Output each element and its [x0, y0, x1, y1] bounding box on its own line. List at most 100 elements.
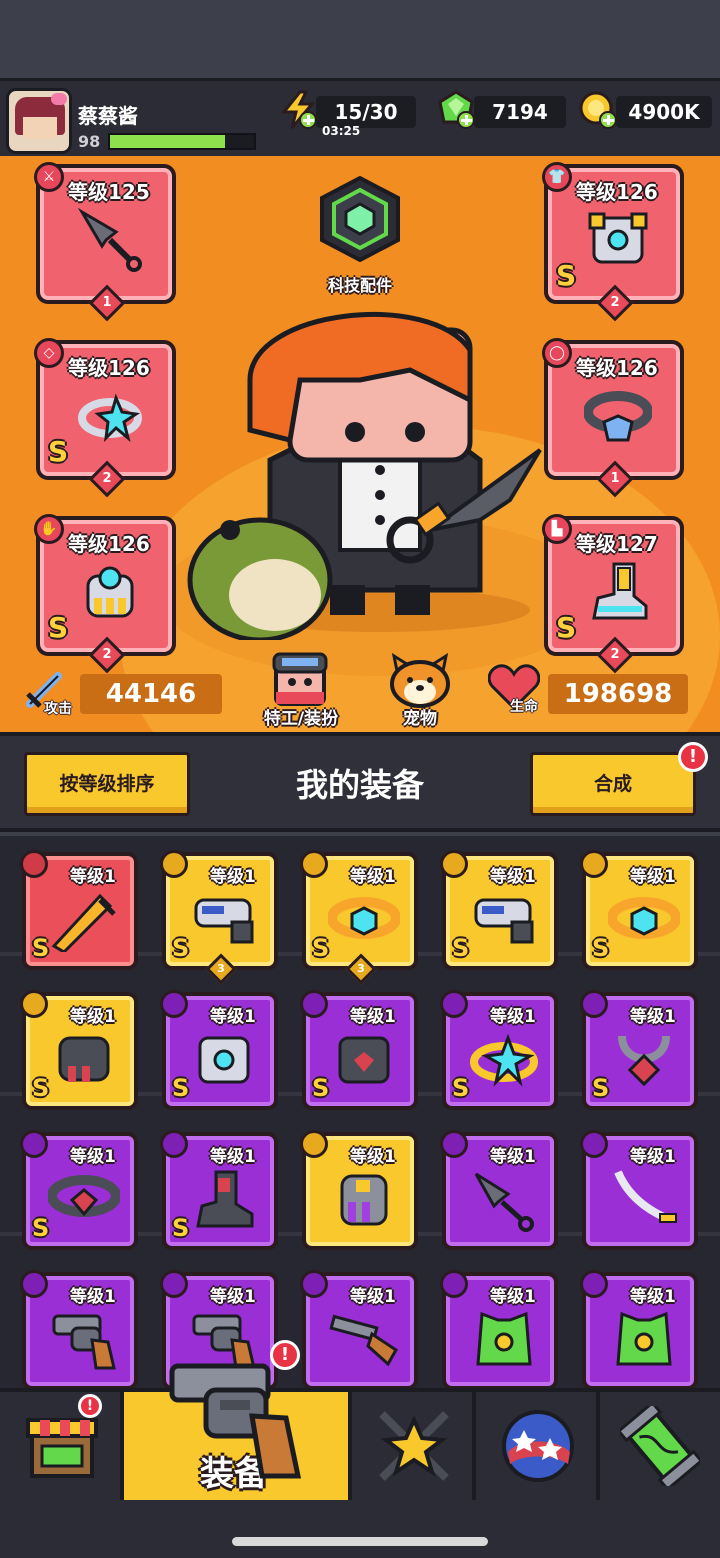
dark-belt-icon: [48, 1175, 120, 1217]
sort-by-level-button[interactable]: 按等级排序: [24, 752, 190, 816]
item-level: 等级1: [350, 1287, 396, 1307]
inventory-item[interactable]: 等级1: [300, 1270, 418, 1390]
inventory-item[interactable]: 等级1: [300, 1130, 418, 1250]
slot-boots[interactable]: ▙ 等级127 S 2: [542, 514, 684, 674]
vest-icon: [476, 1311, 532, 1366]
mech-boot-icon: [592, 562, 648, 620]
item-category-icon: [20, 990, 48, 1018]
slot-belt[interactable]: ◯ 等级126 1: [542, 338, 684, 498]
s-rank-mark: S: [48, 611, 69, 644]
s-rank-mark: S: [592, 1074, 610, 1102]
slot-weapon[interactable]: ⚔ 等级125 1: [34, 162, 176, 322]
tech-parts-button[interactable]: [318, 176, 402, 262]
boots-category-icon: ▙: [542, 514, 572, 544]
game-screen: 蔡蔡酱 98 15/30 03:25 7194 4900K 科技配件 ⚔ 等级1…: [0, 0, 720, 1558]
tab-planet[interactable]: [476, 1392, 600, 1500]
mech-armor-icon: [588, 212, 648, 264]
xp-bar: [108, 133, 256, 150]
player-level: 98: [78, 132, 101, 151]
inventory-item[interactable]: 等级1 S: [20, 1130, 138, 1250]
revolver-icon: [52, 1314, 116, 1370]
tab-talents[interactable]: [352, 1392, 476, 1500]
inventory-item[interactable]: 等级1 S: [20, 990, 138, 1110]
boots-icon: [196, 1170, 254, 1228]
item-level: 等级1: [490, 1147, 536, 1167]
vest-icon: [616, 1311, 672, 1366]
energy-lightning-icon[interactable]: [278, 90, 318, 130]
inventory-item[interactable]: 等级1: [20, 1270, 138, 1390]
energy-timer: 03:25: [322, 124, 361, 138]
slot-armor[interactable]: 👕 等级126 S 2: [542, 162, 684, 322]
glove-icon: [340, 1174, 388, 1226]
inventory-item[interactable]: 等级1: [580, 1270, 698, 1390]
inventory-item[interactable]: 等级1 S 3: [300, 850, 418, 985]
gem-icon[interactable]: [436, 90, 476, 130]
agent-outfit-label[interactable]: 特工/装扮: [246, 704, 356, 729]
inventory-item[interactable]: 等级1: [440, 1270, 558, 1390]
merge-button[interactable]: 合成: [530, 752, 696, 816]
inventory-item[interactable]: 等级1 S: [20, 850, 138, 970]
agent-portrait-icon[interactable]: [270, 652, 330, 708]
inventory-item[interactable]: 等级1 S: [580, 850, 698, 970]
item-category-icon: [160, 1270, 188, 1298]
weapon-category-icon: ⚔: [34, 162, 64, 192]
dna-vial-icon: [620, 1406, 700, 1486]
inventory-item[interactable]: 等级1 S: [160, 990, 278, 1110]
tab-dna[interactable]: [600, 1392, 720, 1500]
home-indicator[interactable]: [232, 1537, 488, 1546]
blade-icon: [51, 893, 116, 952]
item-category-icon: [160, 1130, 188, 1158]
item-level: 等级1: [210, 1007, 256, 1027]
planet-stars-icon: [502, 1410, 574, 1482]
item-category-icon: [160, 990, 188, 1018]
inventory-item[interactable]: 等级1 S: [160, 1130, 278, 1250]
xp-bar-fill: [110, 135, 226, 148]
item-level: 等级1: [490, 1287, 536, 1307]
item-category-icon: [440, 1270, 468, 1298]
crossed-swords-star-icon: [379, 1411, 449, 1481]
s-rank-mark: S: [312, 1074, 330, 1102]
s-rank-mark: S: [172, 1214, 190, 1242]
item-level: 等级1: [70, 1007, 116, 1027]
gloves-category-icon: ✋: [34, 514, 64, 544]
s-rank-mark: S: [452, 1074, 470, 1102]
inventory-item[interactable]: 等级1 S: [440, 850, 558, 970]
heart-bow-icon: [51, 93, 67, 105]
armor-icon: [198, 1036, 250, 1084]
item-category-icon: [580, 990, 608, 1018]
item-category-icon: [440, 1130, 468, 1158]
s-rank-mark: S: [556, 611, 577, 644]
kunai-icon: [474, 1172, 534, 1232]
slot-level: 等级126: [576, 180, 658, 204]
gold-coin-icon[interactable]: [578, 90, 618, 130]
inventory-item[interactable]: 等级1 S: [300, 990, 418, 1110]
item-level: 等级1: [70, 1287, 116, 1307]
slot-level: 等级125: [68, 180, 150, 204]
belt-icon: [608, 897, 680, 939]
shiba-pet-icon[interactable]: [388, 652, 452, 708]
player-name: 蔡蔡酱: [78, 104, 138, 128]
inventory-item[interactable]: 等级1 S: [440, 990, 558, 1110]
s-rank-mark: S: [172, 1074, 190, 1102]
belt-icon: [328, 897, 400, 939]
slot-ring[interactable]: ◇ 等级126 S 2: [34, 338, 176, 498]
katana-icon: [614, 1170, 677, 1223]
s-rank-mark: S: [592, 934, 610, 962]
inventory-item[interactable]: 等级1 S 3: [160, 850, 278, 985]
inventory-item[interactable]: 等级1: [580, 1130, 698, 1250]
kunai-icon: [77, 207, 142, 272]
pet-label[interactable]: 宠物: [380, 704, 460, 729]
slot-level: 等级126: [68, 532, 150, 556]
gem-counter: 7194: [474, 96, 566, 128]
item-category-icon: [300, 1270, 328, 1298]
slot-gloves[interactable]: ✋ 等级126 S 2: [34, 514, 176, 674]
inventory-item[interactable]: 等级1: [440, 1130, 558, 1250]
tab-shop[interactable]: [0, 1392, 124, 1500]
my-equipment-title: 我的装备: [295, 766, 424, 804]
shop-alert-icon: !: [78, 1394, 102, 1418]
slot-level: 等级127: [576, 532, 658, 556]
belt-category-icon: ◯: [542, 338, 572, 368]
inventory-item[interactable]: 等级1 S: [580, 990, 698, 1110]
equipment-alert-icon: !: [270, 1340, 300, 1370]
player-avatar[interactable]: [6, 88, 72, 154]
